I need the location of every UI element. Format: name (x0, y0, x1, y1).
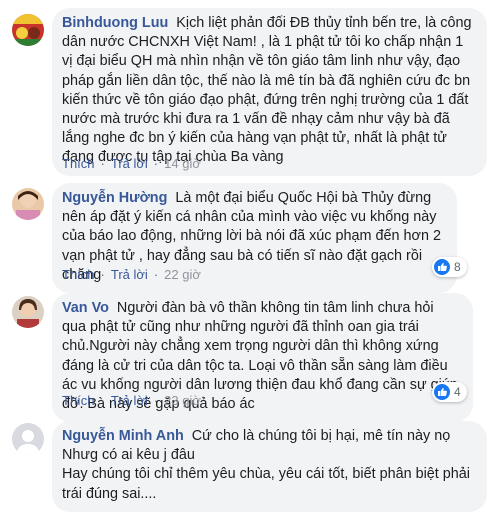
reply-button[interactable]: Trả lời (111, 267, 148, 282)
comment-text: Kịch liệt phản đối ĐB thủy tỉnh bến tre,… (62, 15, 472, 166)
comment-author[interactable]: Binhduong Luu (62, 15, 168, 31)
comment-time[interactable]: 14 giờ (164, 156, 201, 171)
reaction-count-badge[interactable]: 8 (432, 257, 467, 277)
avatar[interactable] (12, 188, 44, 220)
like-icon (434, 259, 450, 275)
comment-time[interactable]: 23 giờ (164, 393, 201, 408)
avatar[interactable] (12, 14, 44, 46)
reply-button[interactable]: Trả lời (111, 156, 148, 171)
comment-text-line: Cứ cho là chúng tôi bị hại, mê tín này n… (191, 428, 451, 444)
like-button[interactable]: Thích (62, 156, 95, 171)
reaction-count: 8 (454, 260, 461, 274)
avatar-image (12, 296, 44, 328)
comment-author[interactable]: Van Vo (62, 300, 109, 316)
like-button[interactable]: Thích (62, 267, 95, 282)
comment-author[interactable]: Nguyễn Hường (62, 190, 167, 206)
avatar[interactable] (12, 423, 44, 455)
comment-actions: Thích · Trả lời · 23 giờ (62, 393, 201, 408)
like-icon (434, 384, 450, 400)
comment-author[interactable]: Nguyễn Minh Anh (62, 428, 184, 444)
avatar-image (12, 14, 44, 46)
comment-time[interactable]: 22 giờ (164, 267, 201, 282)
comment-bubble: Binhduong Luu Kịch liệt phản đối ĐB thủy… (52, 8, 487, 176)
reaction-count: 4 (454, 385, 461, 399)
comment-text-line: Hay chúng tôi chỉ thêm yêu chùa, yêu cái… (62, 466, 470, 502)
reaction-count-badge[interactable]: 4 (432, 382, 467, 402)
comment-actions: Thích · Trả lời · 22 giờ (62, 267, 201, 282)
avatar-image (12, 188, 44, 220)
comment-actions: Thích · Trả lời · 14 giờ (62, 156, 201, 171)
comment-bubble: Nguyễn Minh Anh Cứ cho là chúng tôi bị h… (52, 421, 487, 512)
reply-button[interactable]: Trả lời (111, 393, 148, 408)
comment-text-line: Nhưg có ai kêu j đâu (62, 447, 195, 464)
avatar[interactable] (12, 296, 44, 328)
default-avatar-icon (12, 423, 44, 455)
like-button[interactable]: Thích (62, 393, 95, 408)
